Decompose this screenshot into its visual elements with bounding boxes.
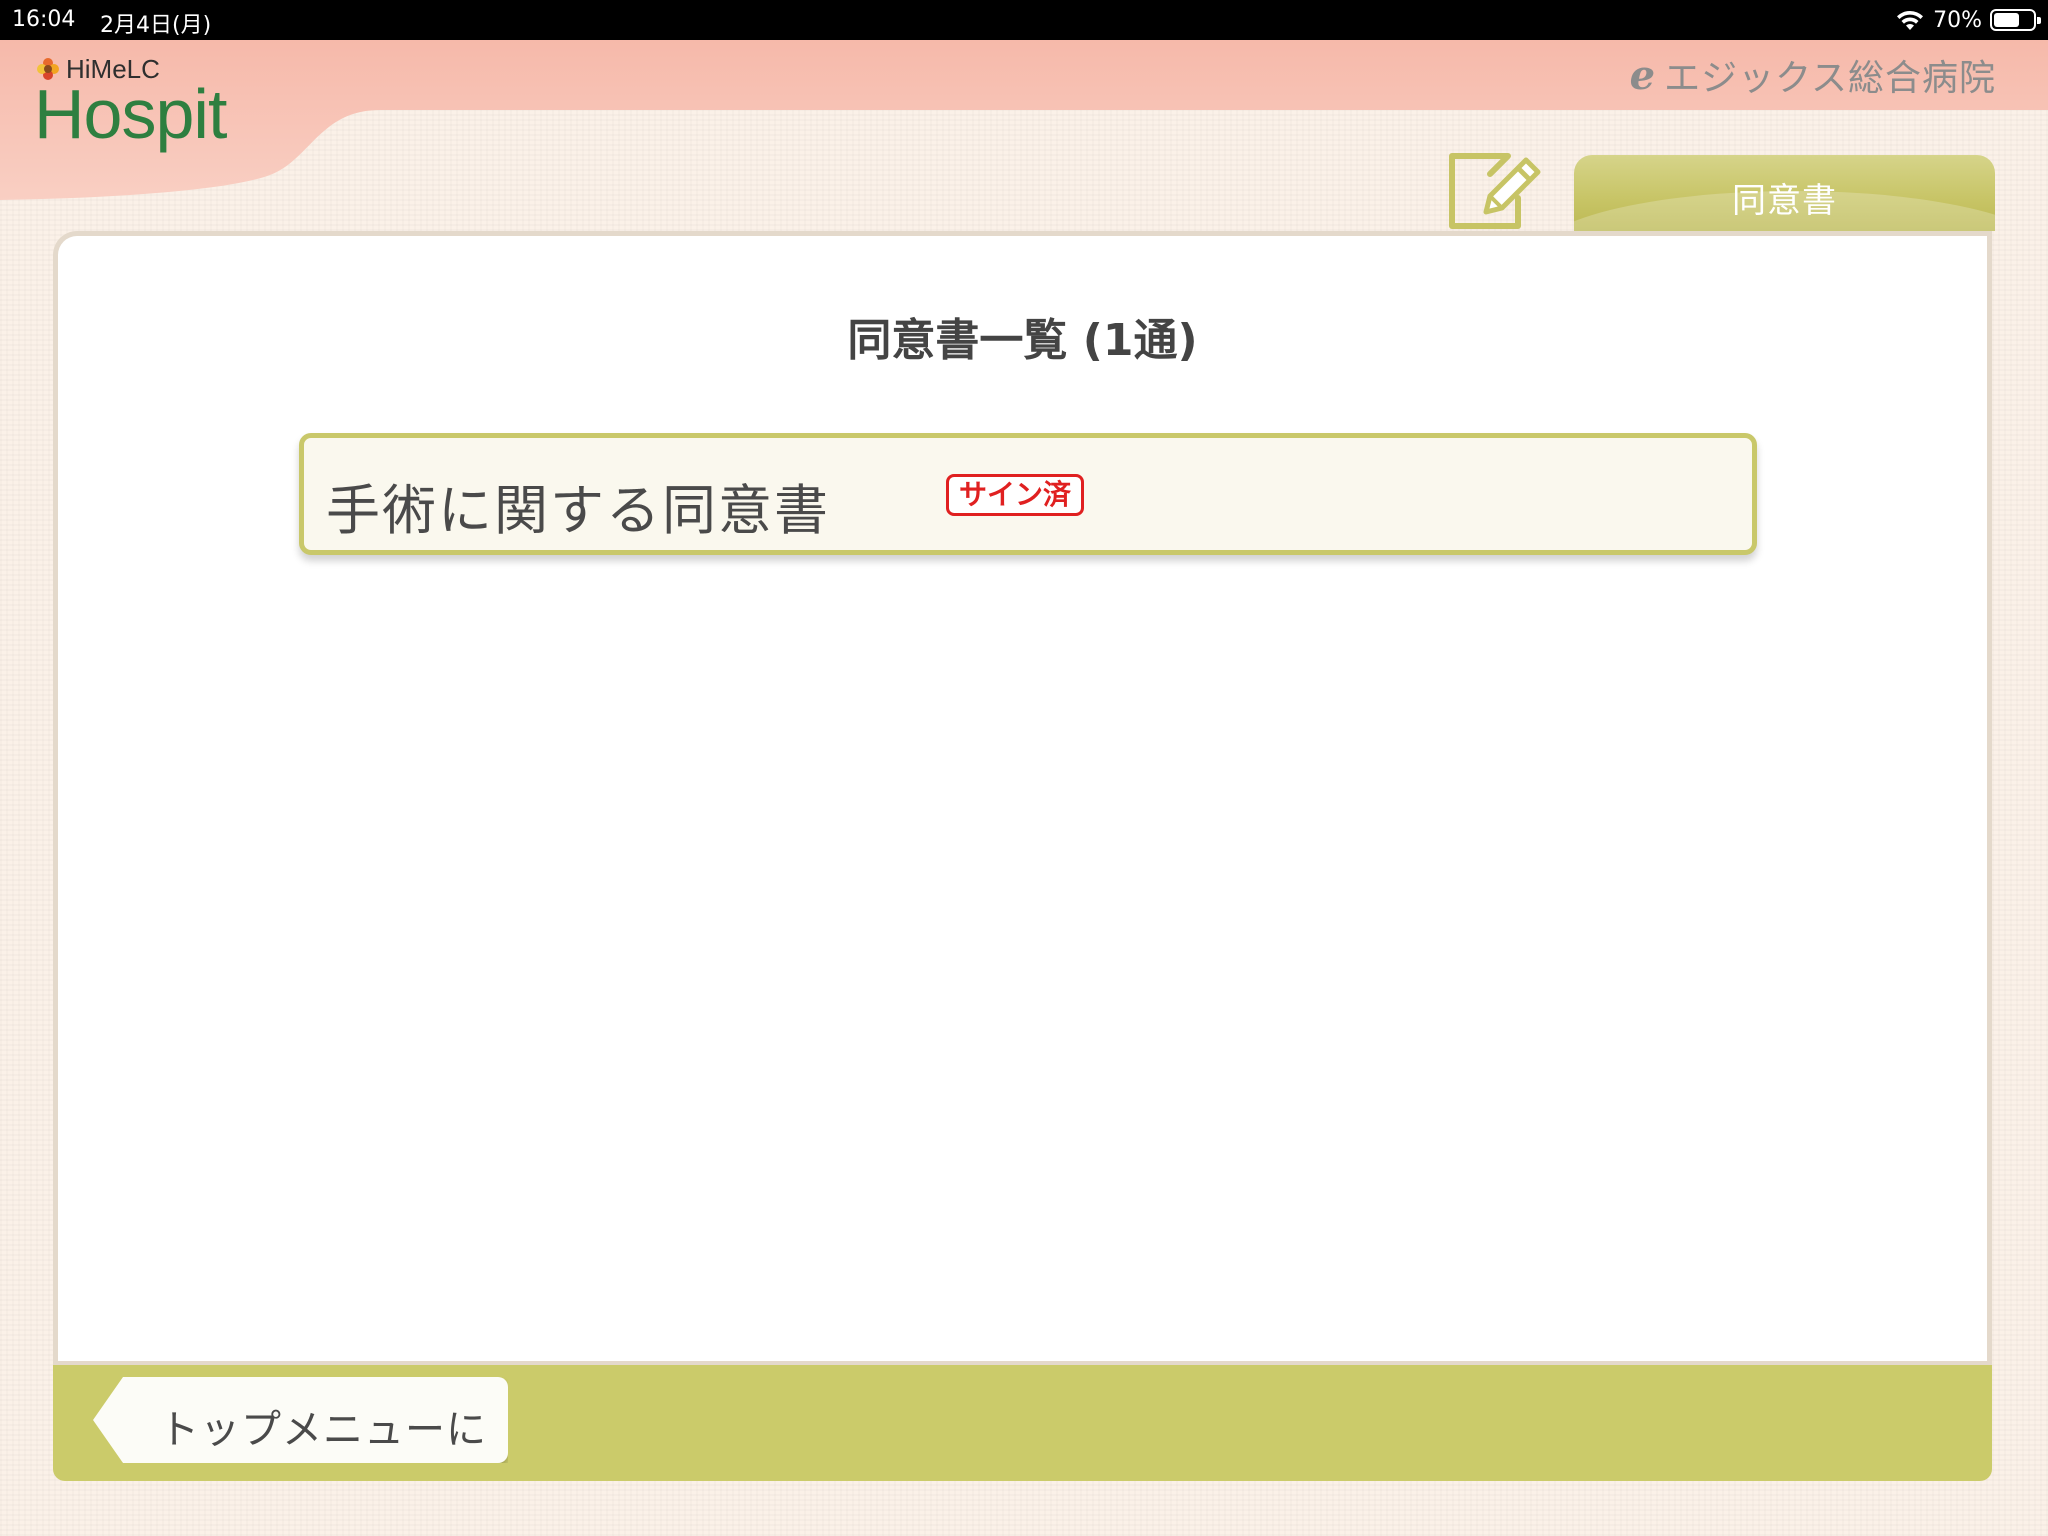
- status-badge: サイン済: [946, 474, 1085, 516]
- battery-percent: 70%: [1933, 7, 1982, 33]
- hospital-name-text: エジックス総合病院: [1664, 58, 1996, 99]
- wifi-icon: [1897, 10, 1924, 30]
- back-button-label: トップメニューに戻る: [159, 1407, 487, 1511]
- status-bar: 16:04 2月4日(月) 70%: [0, 0, 2048, 40]
- battery-icon: [1990, 9, 2041, 31]
- status-time: 16:04: [12, 7, 76, 32]
- list-item-document[interactable]: 手術に関する同意書 サイン済: [299, 433, 1757, 555]
- document-title: 手術に関する同意書: [326, 479, 830, 542]
- tab-consent-label: 同意書: [1732, 181, 1837, 221]
- footer-bar: トップメニューに戻る: [53, 1361, 1992, 1481]
- battery-fill: [1994, 13, 2020, 27]
- main-panel: 同意書一覧 (1通) 手術に関する同意書 サイン済: [53, 231, 1992, 1361]
- hospital-logo-icon: e: [1629, 51, 1657, 99]
- status-date: 2月4日(月): [100, 13, 212, 38]
- tab-consent[interactable]: 同意書: [1574, 155, 1995, 231]
- page-title: 同意書一覧 (1通): [847, 315, 1198, 366]
- hospital-name: e エジックス総合病院: [1629, 51, 1996, 100]
- brand-logo-text: Hospit: [34, 75, 227, 153]
- back-to-top-menu-button[interactable]: トップメニューに戻る: [93, 1377, 508, 1463]
- status-right: 70%: [1895, 5, 2041, 35]
- document-edit-icon[interactable]: [1446, 150, 1546, 232]
